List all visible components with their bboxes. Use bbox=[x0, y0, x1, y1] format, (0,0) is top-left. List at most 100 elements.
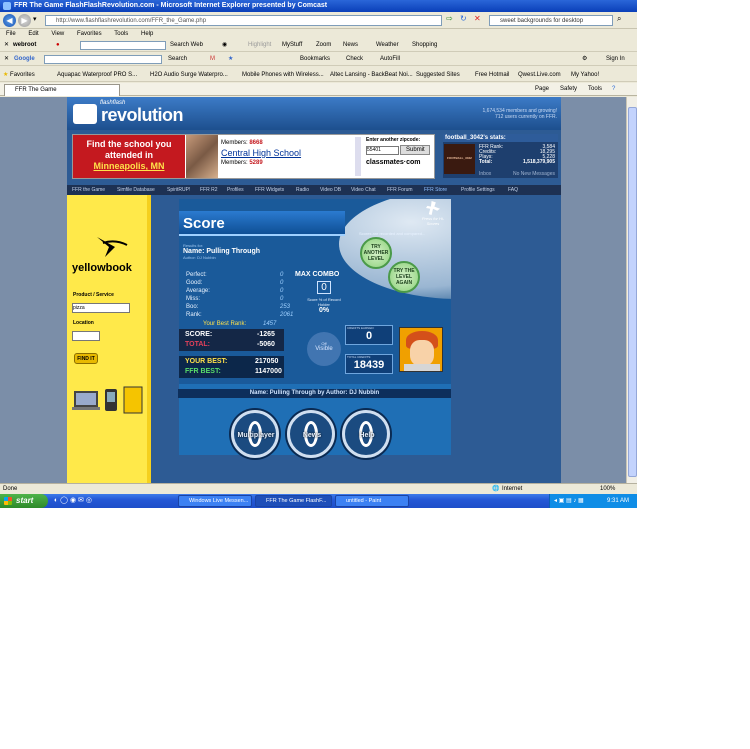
close-toolbar-icon[interactable]: ✕ bbox=[4, 39, 9, 51]
vertical-scrollbar[interactable] bbox=[626, 97, 637, 483]
shopping-button[interactable]: Shopping bbox=[412, 39, 437, 51]
menu-view[interactable]: View bbox=[51, 31, 64, 37]
star-icon[interactable]: ★ bbox=[228, 53, 233, 65]
ffr-site: flashflash revolution 1,674,534 members … bbox=[67, 97, 561, 483]
search-icon[interactable]: ⌕ bbox=[617, 14, 621, 24]
fav-item-h2o[interactable]: H2O Audio Surge Waterpro... bbox=[150, 68, 228, 81]
stat-value: 0 bbox=[280, 280, 284, 286]
menu-favorites[interactable]: Favorites bbox=[77, 31, 102, 37]
google-search-button[interactable]: Search bbox=[168, 53, 187, 65]
results-block: Results for: Name: Pulling Through Autho… bbox=[183, 243, 260, 260]
menu-edit[interactable]: Edit bbox=[28, 31, 38, 37]
windows-logo-icon bbox=[4, 497, 12, 505]
task-windows-live[interactable]: Windows Live Messen... bbox=[178, 495, 252, 507]
task-paint[interactable]: untitled - Paint bbox=[335, 495, 409, 507]
yellowbook-ad[interactable]: yellowbook Product / Service Location FI… bbox=[67, 195, 151, 483]
quick-launch-icons[interactable]: ◐ ◯ ◉ ✉ ◎ bbox=[54, 496, 92, 504]
school-link[interactable]: Central High School bbox=[221, 148, 301, 158]
fav-item-mobile-phones[interactable]: Mobile Phones with Wireless... bbox=[242, 68, 324, 81]
nav-profiles[interactable]: Profiles bbox=[227, 185, 244, 195]
fav-item-altec[interactable]: Altec Lansing - BackBeat Noi... bbox=[330, 68, 413, 81]
favorites-button[interactable]: ★ Favorites bbox=[3, 68, 35, 81]
highlight-button[interactable]: Highlight bbox=[248, 39, 271, 51]
back-icon[interactable]: ◀ bbox=[3, 14, 16, 27]
safety-menu[interactable]: Safety bbox=[560, 83, 577, 96]
classmates-ad[interactable]: Find the school you attended in Minneapo… bbox=[72, 134, 435, 179]
help-icon[interactable]: ? bbox=[612, 83, 615, 96]
site-logo[interactable]: revolution bbox=[101, 105, 184, 126]
dropdown-icon[interactable]: ▾ bbox=[33, 15, 37, 23]
mystuff-button[interactable]: MyStuff bbox=[282, 39, 302, 51]
fav-item-yahoo[interactable]: My Yahoo! bbox=[571, 68, 599, 81]
stop-icon[interactable]: ✕ bbox=[474, 14, 481, 23]
nav-video-chat[interactable]: Video Chat bbox=[351, 185, 376, 195]
product-input[interactable] bbox=[72, 303, 130, 313]
google-search-input[interactable] bbox=[44, 55, 162, 64]
menu-help[interactable]: Help bbox=[141, 31, 153, 37]
fav-item-suggested[interactable]: Suggested Sites bbox=[416, 68, 460, 81]
start-button[interactable]: start bbox=[0, 494, 48, 508]
menu-file[interactable]: File bbox=[6, 31, 16, 37]
nav-ffr-the-game[interactable]: FFR the Game bbox=[72, 185, 105, 195]
check-button[interactable]: Check bbox=[346, 53, 363, 65]
nav-ffr-r2[interactable]: FFR R2 bbox=[200, 185, 218, 195]
autofill-button[interactable]: AutoFill bbox=[380, 53, 400, 65]
max-combo-label: MAX COMBO bbox=[295, 271, 340, 278]
close-google-toolbar-icon[interactable]: ✕ bbox=[4, 53, 9, 65]
tools-menu[interactable]: Tools bbox=[588, 83, 602, 96]
hi-scores-button[interactable]: Press for Hi-Scores bbox=[417, 201, 449, 226]
search-web-button[interactable]: Search Web bbox=[170, 39, 203, 51]
toolbar-search-input[interactable] bbox=[80, 41, 166, 50]
nav-profile-settings[interactable]: Profile Settings bbox=[461, 185, 495, 195]
nav-spiritrup[interactable]: SpiritRUP! bbox=[167, 185, 190, 195]
inbox-link[interactable]: Inbox bbox=[479, 171, 491, 177]
ad-scrollbar[interactable] bbox=[355, 137, 361, 176]
nav-ffr-store[interactable]: FFR Store bbox=[424, 185, 447, 195]
nav-faq[interactable]: FAQ bbox=[508, 185, 518, 195]
stats-header[interactable]: football_3042's stats: bbox=[443, 134, 558, 142]
sign-in-button[interactable]: Sign In bbox=[606, 53, 625, 65]
news-button[interactable]: News bbox=[287, 410, 335, 458]
scrollbar-thumb[interactable] bbox=[628, 107, 637, 477]
fav-item-hotmail[interactable]: Free Hotmail bbox=[475, 68, 509, 81]
search-input[interactable]: sweet backgrounds for desktop bbox=[489, 15, 613, 26]
news-button[interactable]: News bbox=[343, 39, 358, 51]
zoom-button[interactable]: Zoom bbox=[316, 39, 331, 51]
tray-icons[interactable]: ◂ ▣ ▤ ♪ ▦ bbox=[554, 494, 584, 508]
nav-ffr-widgets[interactable]: FFR Widgets bbox=[255, 185, 284, 195]
url-field[interactable]: http://www.flashflashrevolution.com/FFR_… bbox=[45, 15, 442, 26]
help-button[interactable]: Help bbox=[342, 410, 390, 458]
wrench-icon[interactable]: ⚙ bbox=[582, 53, 587, 65]
zip-input[interactable] bbox=[366, 145, 399, 155]
refresh-icon[interactable]: ↻ bbox=[460, 14, 467, 23]
fav-item-qwest[interactable]: Qwest.Live.com bbox=[518, 68, 561, 81]
replay-toggle[interactable]: Off Visible bbox=[307, 332, 341, 366]
try-another-level-button[interactable]: TRY ANOTHER LEVEL bbox=[360, 237, 392, 269]
go-icon[interactable]: ⇨ bbox=[446, 14, 453, 23]
gmail-icon[interactable]: M bbox=[210, 53, 215, 65]
bookmarks-button[interactable]: Bookmarks bbox=[300, 53, 330, 65]
location-input[interactable] bbox=[72, 331, 100, 341]
menu-tools[interactable]: Tools bbox=[114, 31, 128, 37]
zip-submit-button[interactable]: Submit bbox=[400, 145, 431, 155]
tab-ffr[interactable]: FFR The Game FlashFlashRevolution.com bbox=[4, 84, 120, 104]
favorites-bar: ★ Favorites Aquapac Waterproof PRO S... … bbox=[0, 68, 637, 82]
task-ffr[interactable]: FFR The Game FlashF... bbox=[255, 495, 332, 507]
nav-radio[interactable]: Radio bbox=[296, 185, 309, 195]
find-it-button[interactable]: FIND IT bbox=[74, 353, 98, 364]
tab-bar: FFR The Game FlashFlashRevolution.com Pa… bbox=[0, 83, 637, 104]
fav-item-aquapac[interactable]: Aquapac Waterproof PRO S... bbox=[57, 68, 137, 81]
nav-video-db[interactable]: Video DB bbox=[320, 185, 341, 195]
ad-city-link[interactable]: Minneapolis, MN bbox=[73, 161, 185, 172]
user-avatar[interactable]: FOOTBALL_3042 bbox=[444, 144, 475, 174]
forward-icon[interactable]: ▶ bbox=[18, 14, 31, 27]
page-menu[interactable]: Page bbox=[535, 83, 549, 96]
google-logo: Google bbox=[14, 56, 35, 62]
weather-button[interactable]: Weather bbox=[376, 39, 399, 51]
multiplayer-button[interactable]: Multiplayer bbox=[231, 410, 279, 458]
zoom-level[interactable]: 100% bbox=[600, 484, 615, 494]
nav-ffr-forum[interactable]: FFR Forum bbox=[387, 185, 413, 195]
globe-icon[interactable]: ◉ bbox=[222, 39, 227, 51]
nav-simfile-database[interactable]: Simfile Database bbox=[117, 185, 155, 195]
try-level-again-button[interactable]: TRY THE LEVEL AGAIN bbox=[388, 261, 420, 293]
